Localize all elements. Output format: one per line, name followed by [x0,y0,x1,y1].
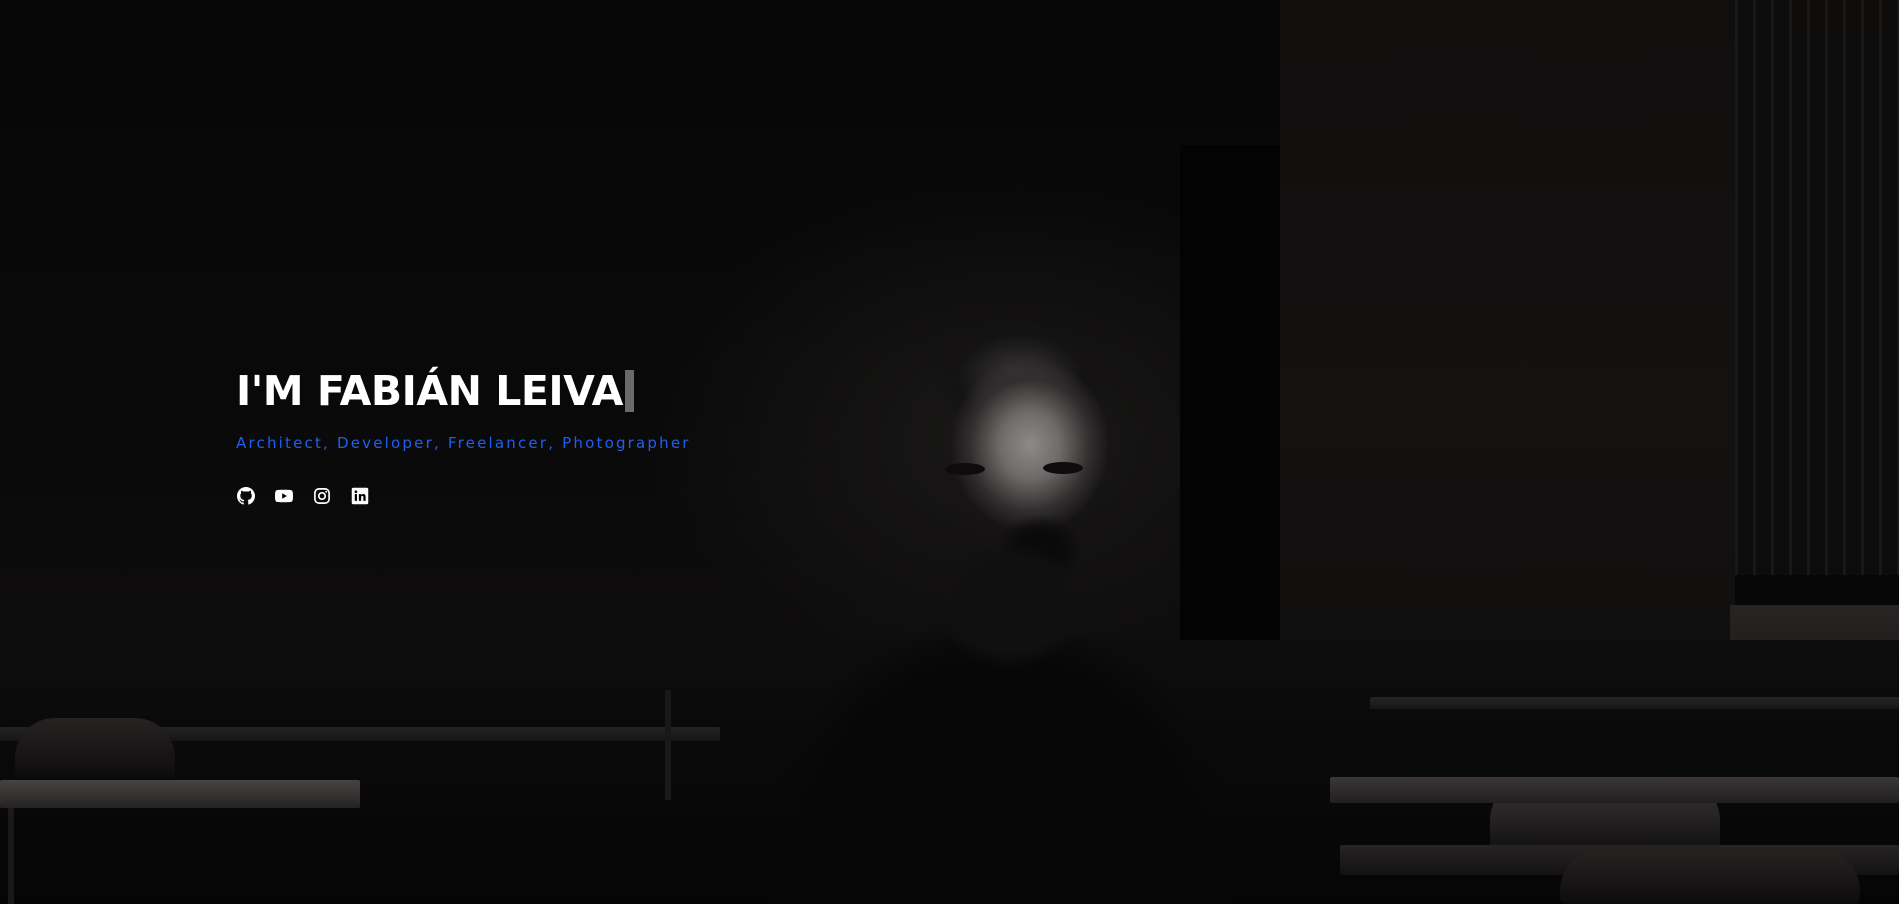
github-link[interactable] [236,486,256,506]
youtube-icon [275,489,293,503]
instagram-link[interactable] [312,486,332,506]
github-icon [237,487,255,505]
typing-caret [624,370,634,412]
social-links [236,486,691,506]
hero-content: I'M FABIÁN LEIVA Architect, Developer, F… [236,358,691,506]
linkedin-link[interactable] [350,486,370,506]
hero-subtitle: Architect, Developer, Freelancer, Photog… [236,434,691,452]
youtube-link[interactable] [274,486,294,506]
instagram-icon [314,488,330,504]
hero-section: I'M FABIÁN LEIVA Architect, Developer, F… [0,0,1899,904]
hero-title-text: I'M FABIÁN LEIVA [236,367,623,415]
hero-title: I'M FABIÁN LEIVA [236,358,691,424]
linkedin-icon [351,487,369,505]
